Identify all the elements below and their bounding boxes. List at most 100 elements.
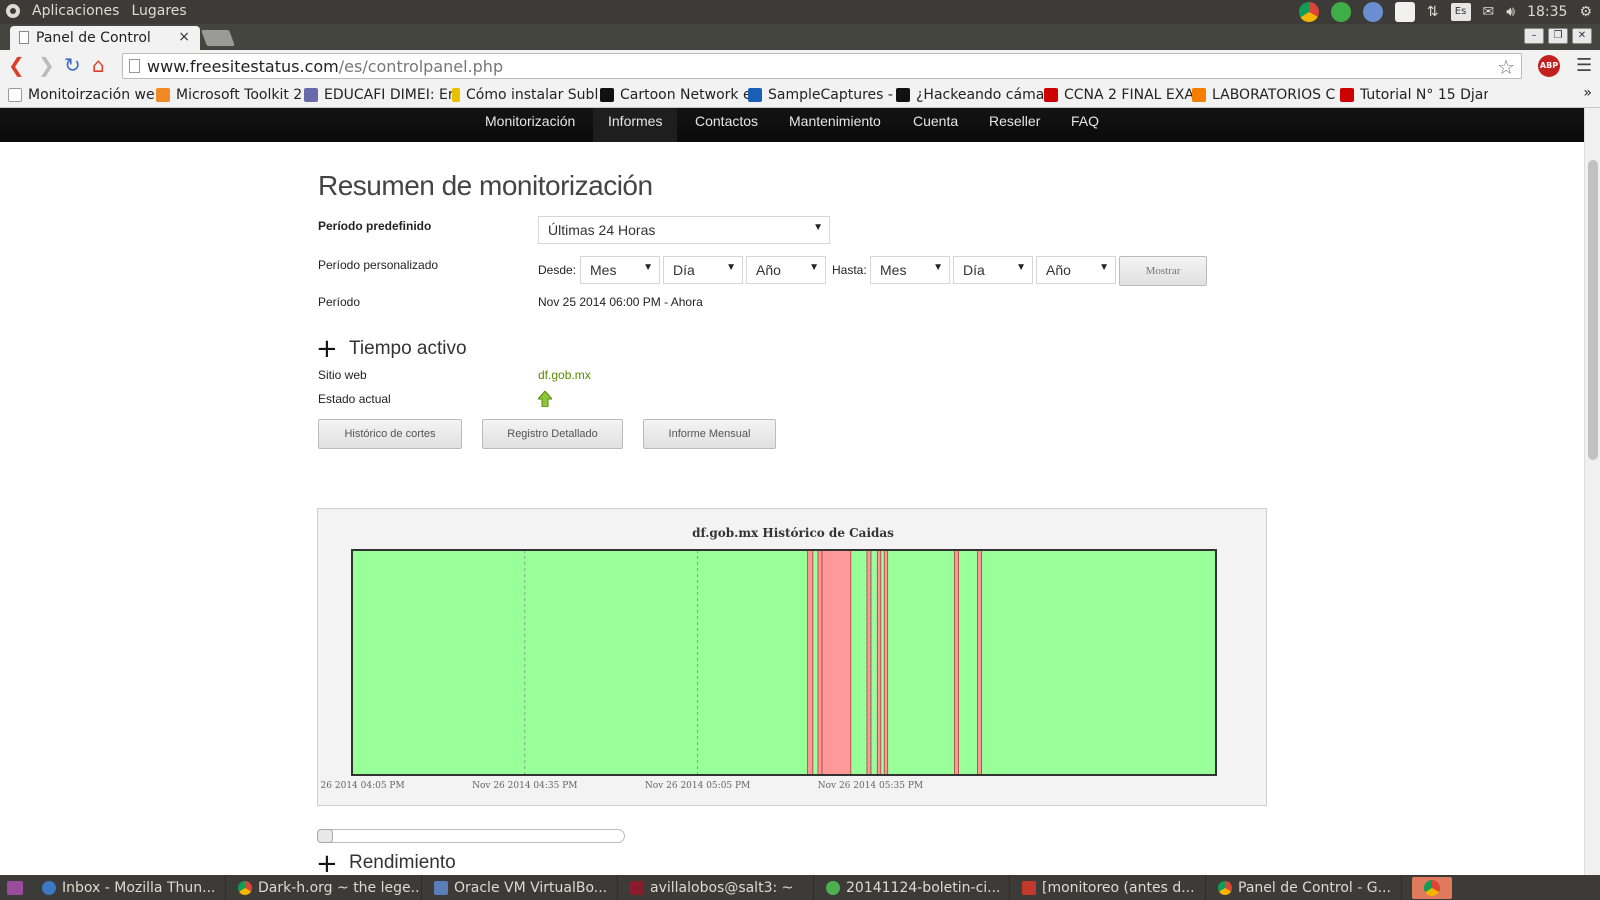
- bookmark-item[interactable]: Monitoirzación we: [8, 85, 156, 105]
- chevron-down-icon: ▼: [1099, 262, 1109, 273]
- downtime-bar: [866, 549, 872, 776]
- to-month-select[interactable]: Mes ▼: [870, 256, 950, 284]
- forward-arrow-icon[interactable]: ❯: [38, 55, 55, 75]
- bookmarks-bar: Monitoirzación we Microsoft Toolkit 2 ED…: [0, 82, 1600, 108]
- expand-plus-icon[interactable]: +: [316, 336, 338, 362]
- bookmark-item[interactable]: SampleCaptures - T: [748, 85, 896, 105]
- tab-close-icon[interactable]: ×: [178, 29, 190, 45]
- x-tick-label: Nov 26 2014 04:35 PM: [472, 781, 577, 791]
- url-path: /es/controlpanel.php: [338, 57, 504, 76]
- performance-heading[interactable]: Rendimiento: [349, 852, 456, 874]
- home-icon[interactable]: ⌂: [92, 55, 105, 75]
- monthly-report-button[interactable]: Informe Mensual: [643, 419, 776, 449]
- expand-plus-icon[interactable]: +: [316, 851, 338, 875]
- browser-menu-icon[interactable]: ☰: [1576, 55, 1592, 76]
- bookmark-star-icon[interactable]: ☆: [1497, 55, 1515, 79]
- applications-menu[interactable]: Aplicaciones: [32, 3, 119, 19]
- mail-icon[interactable]: ✉: [1483, 4, 1495, 20]
- time-range-slider[interactable]: [317, 829, 625, 843]
- taskbar-item[interactable]: Inbox - Mozilla Thun...: [30, 875, 226, 900]
- taskbar-item[interactable]: [monitoreo (antes d...: [1010, 875, 1206, 900]
- from-label: Desde:: [538, 263, 577, 277]
- taskbar-item[interactable]: Dark-h.org ~ the lege...: [226, 875, 422, 900]
- new-tab-button[interactable]: [201, 30, 235, 46]
- taskbar-item[interactable]: avillalobos@salt3: ~: [618, 875, 814, 900]
- nav-faq[interactable]: FAQ: [1056, 108, 1114, 142]
- bookmark-item[interactable]: EDUCAFI DIMEI: Er: [304, 85, 452, 105]
- from-month-select[interactable]: Mes ▼: [580, 256, 660, 284]
- taskbar-item[interactable]: Oracle VM VirtualBo...: [422, 875, 618, 900]
- nav-mantenimiento[interactable]: Mantenimiento: [774, 108, 896, 142]
- network-updown-icon[interactable]: ⇅: [1427, 4, 1439, 20]
- browser-tab-active[interactable]: Panel de Control ×: [10, 26, 200, 50]
- chevron-down-icon: ▼: [933, 262, 943, 273]
- chrome-tray-icon[interactable]: [1298, 2, 1319, 22]
- settings-gear-icon[interactable]: ⚙: [1579, 4, 1592, 20]
- chevron-down-icon: ▼: [809, 262, 819, 273]
- web-page: Monitorización Informes Contactos Manten…: [0, 108, 1584, 875]
- bookmarks-overflow-button[interactable]: »: [1583, 85, 1592, 101]
- taskbar-item[interactable]: Panel de Control - G...: [1206, 875, 1402, 900]
- nav-reseller[interactable]: Reseller: [974, 108, 1055, 142]
- outage-history-chart: Nov 26 2014 04:05 PM Nov 26 2014 04:35 PM…: [317, 508, 1267, 806]
- from-day-select[interactable]: Día ▼: [663, 256, 743, 284]
- bookmark-item[interactable]: Cartoon Network e: [600, 85, 748, 105]
- nav-informes[interactable]: Informes: [593, 108, 678, 142]
- nav-cuenta[interactable]: Cuenta: [898, 108, 973, 142]
- chevron-down-icon: ▼: [1016, 262, 1026, 273]
- restore-button[interactable]: ❐: [1548, 28, 1568, 44]
- bookmark-item[interactable]: Cómo instalar Subl: [452, 85, 600, 105]
- slider-handle[interactable]: [317, 829, 333, 843]
- bookmark-item[interactable]: LABORATORIOS C: [1192, 85, 1340, 105]
- taskbar-chrome-active[interactable]: [1412, 876, 1452, 899]
- bookmark-item[interactable]: ¿Hackeando cámar: [896, 85, 1044, 105]
- back-arrow-icon[interactable]: ❮: [8, 55, 25, 75]
- keyboard-layout-indicator[interactable]: Es: [1450, 3, 1471, 21]
- taskbar-item[interactable]: 20141124-boletin-ci...: [814, 875, 1010, 900]
- volume-icon[interactable]: 🔊︎: [1506, 4, 1515, 20]
- tab-title: Panel de Control: [36, 30, 151, 46]
- status-up-arrow-icon: [538, 391, 552, 407]
- bookmark-item[interactable]: Microsoft Toolkit 2: [156, 85, 304, 105]
- page-icon: [19, 31, 29, 44]
- close-window-button[interactable]: ✕: [1572, 28, 1592, 44]
- show-button[interactable]: Mostrar: [1119, 256, 1207, 286]
- page-scrollbar[interactable]: [1584, 108, 1600, 875]
- from-year-select[interactable]: Año ▼: [746, 256, 826, 284]
- website-link[interactable]: df.gob.mx: [538, 368, 591, 382]
- network-tray-icon[interactable]: [1330, 2, 1351, 22]
- detailed-log-button[interactable]: Registro Detallado: [482, 419, 623, 449]
- page-title: Resumen de monitorización: [318, 170, 653, 201]
- messaging-tray-icon[interactable]: [1394, 2, 1415, 22]
- indicator-tray-icon[interactable]: [1362, 2, 1383, 22]
- clock[interactable]: 18:35: [1527, 4, 1567, 20]
- page-info-icon[interactable]: [129, 59, 140, 73]
- browser-toolbar: ❮ ❯ ↻ ⌂ www.freesitestatus.com/es/contro…: [0, 50, 1600, 82]
- taskbar: Inbox - Mozilla Thun... Dark-h.org ~ the…: [0, 875, 1600, 900]
- scrollbar-thumb[interactable]: [1588, 160, 1598, 460]
- show-desktop-button[interactable]: [0, 875, 30, 900]
- thunderbird-icon: [42, 880, 56, 895]
- chevron-down-icon: ▼: [726, 262, 736, 273]
- adblock-plus-icon[interactable]: ABP: [1538, 55, 1560, 77]
- uptime-heading[interactable]: Tiempo activo: [349, 338, 467, 360]
- reload-icon[interactable]: ↻: [64, 55, 81, 75]
- bookmark-item[interactable]: CCNA 2 FINAL EXA: [1044, 85, 1192, 105]
- virtualbox-icon: [434, 880, 448, 895]
- nav-monitorizacion[interactable]: Monitorización: [470, 108, 590, 142]
- bookmark-item[interactable]: Tutorial N° 15 Djan: [1340, 85, 1488, 105]
- places-menu[interactable]: Lugares: [131, 3, 186, 19]
- to-year-select[interactable]: Año ▼: [1036, 256, 1116, 284]
- nav-contactos[interactable]: Contactos: [680, 108, 773, 142]
- minimize-button[interactable]: –: [1524, 28, 1544, 44]
- predefined-period-select[interactable]: Últimas 24 Horas ▼: [538, 216, 830, 244]
- address-bar[interactable]: www.freesitestatus.com/es/controlpanel.p…: [122, 53, 1522, 79]
- x-tick-label: Nov 26 2014 05:05 PM: [645, 781, 750, 791]
- applications-menu-icon[interactable]: [6, 4, 20, 18]
- browser-tab-strip: Panel de Control × – ❐ ✕: [0, 24, 1600, 50]
- period-label: Período: [318, 295, 361, 309]
- to-day-select[interactable]: Día ▼: [953, 256, 1033, 284]
- terminal-icon: [630, 880, 644, 895]
- youtube-icon: [1044, 87, 1058, 102]
- outage-history-button[interactable]: Histórico de cortes: [318, 419, 462, 449]
